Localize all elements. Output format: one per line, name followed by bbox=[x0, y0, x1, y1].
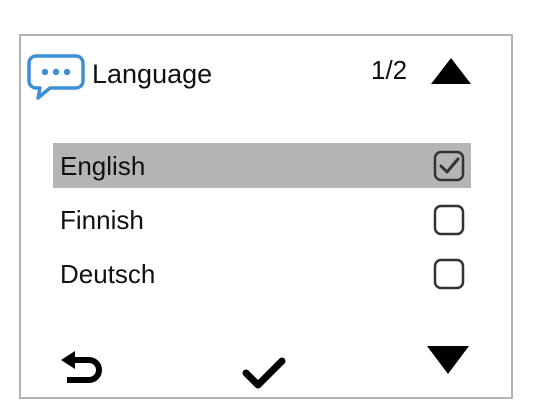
checkbox-checked-icon[interactable] bbox=[432, 149, 466, 183]
language-option-english[interactable]: English bbox=[53, 143, 471, 188]
checkbox-unchecked-icon[interactable] bbox=[432, 257, 466, 291]
header: Language 1/2 bbox=[21, 36, 511, 116]
checkbox-unchecked-icon[interactable] bbox=[432, 203, 466, 237]
page-title: Language bbox=[92, 59, 213, 89]
footer-toolbar bbox=[21, 336, 511, 398]
triangle-up-icon[interactable] bbox=[429, 56, 473, 86]
checkmark-icon[interactable] bbox=[241, 356, 287, 390]
language-option-list: English Finnish Deutsch bbox=[53, 143, 471, 305]
language-panel: Language 1/2 English Finnish Deutsch bbox=[19, 34, 513, 399]
language-option-deutsch[interactable]: Deutsch bbox=[53, 251, 471, 296]
option-label: English bbox=[60, 151, 146, 181]
option-label: Deutsch bbox=[60, 259, 156, 289]
language-option-finnish[interactable]: Finnish bbox=[53, 197, 471, 242]
return-arrow-icon[interactable] bbox=[57, 350, 107, 390]
chat-bubble-icon bbox=[27, 54, 85, 100]
option-label: Finnish bbox=[60, 205, 144, 235]
triangle-down-icon[interactable] bbox=[425, 344, 471, 376]
page-counter: 1/2 bbox=[371, 55, 408, 85]
